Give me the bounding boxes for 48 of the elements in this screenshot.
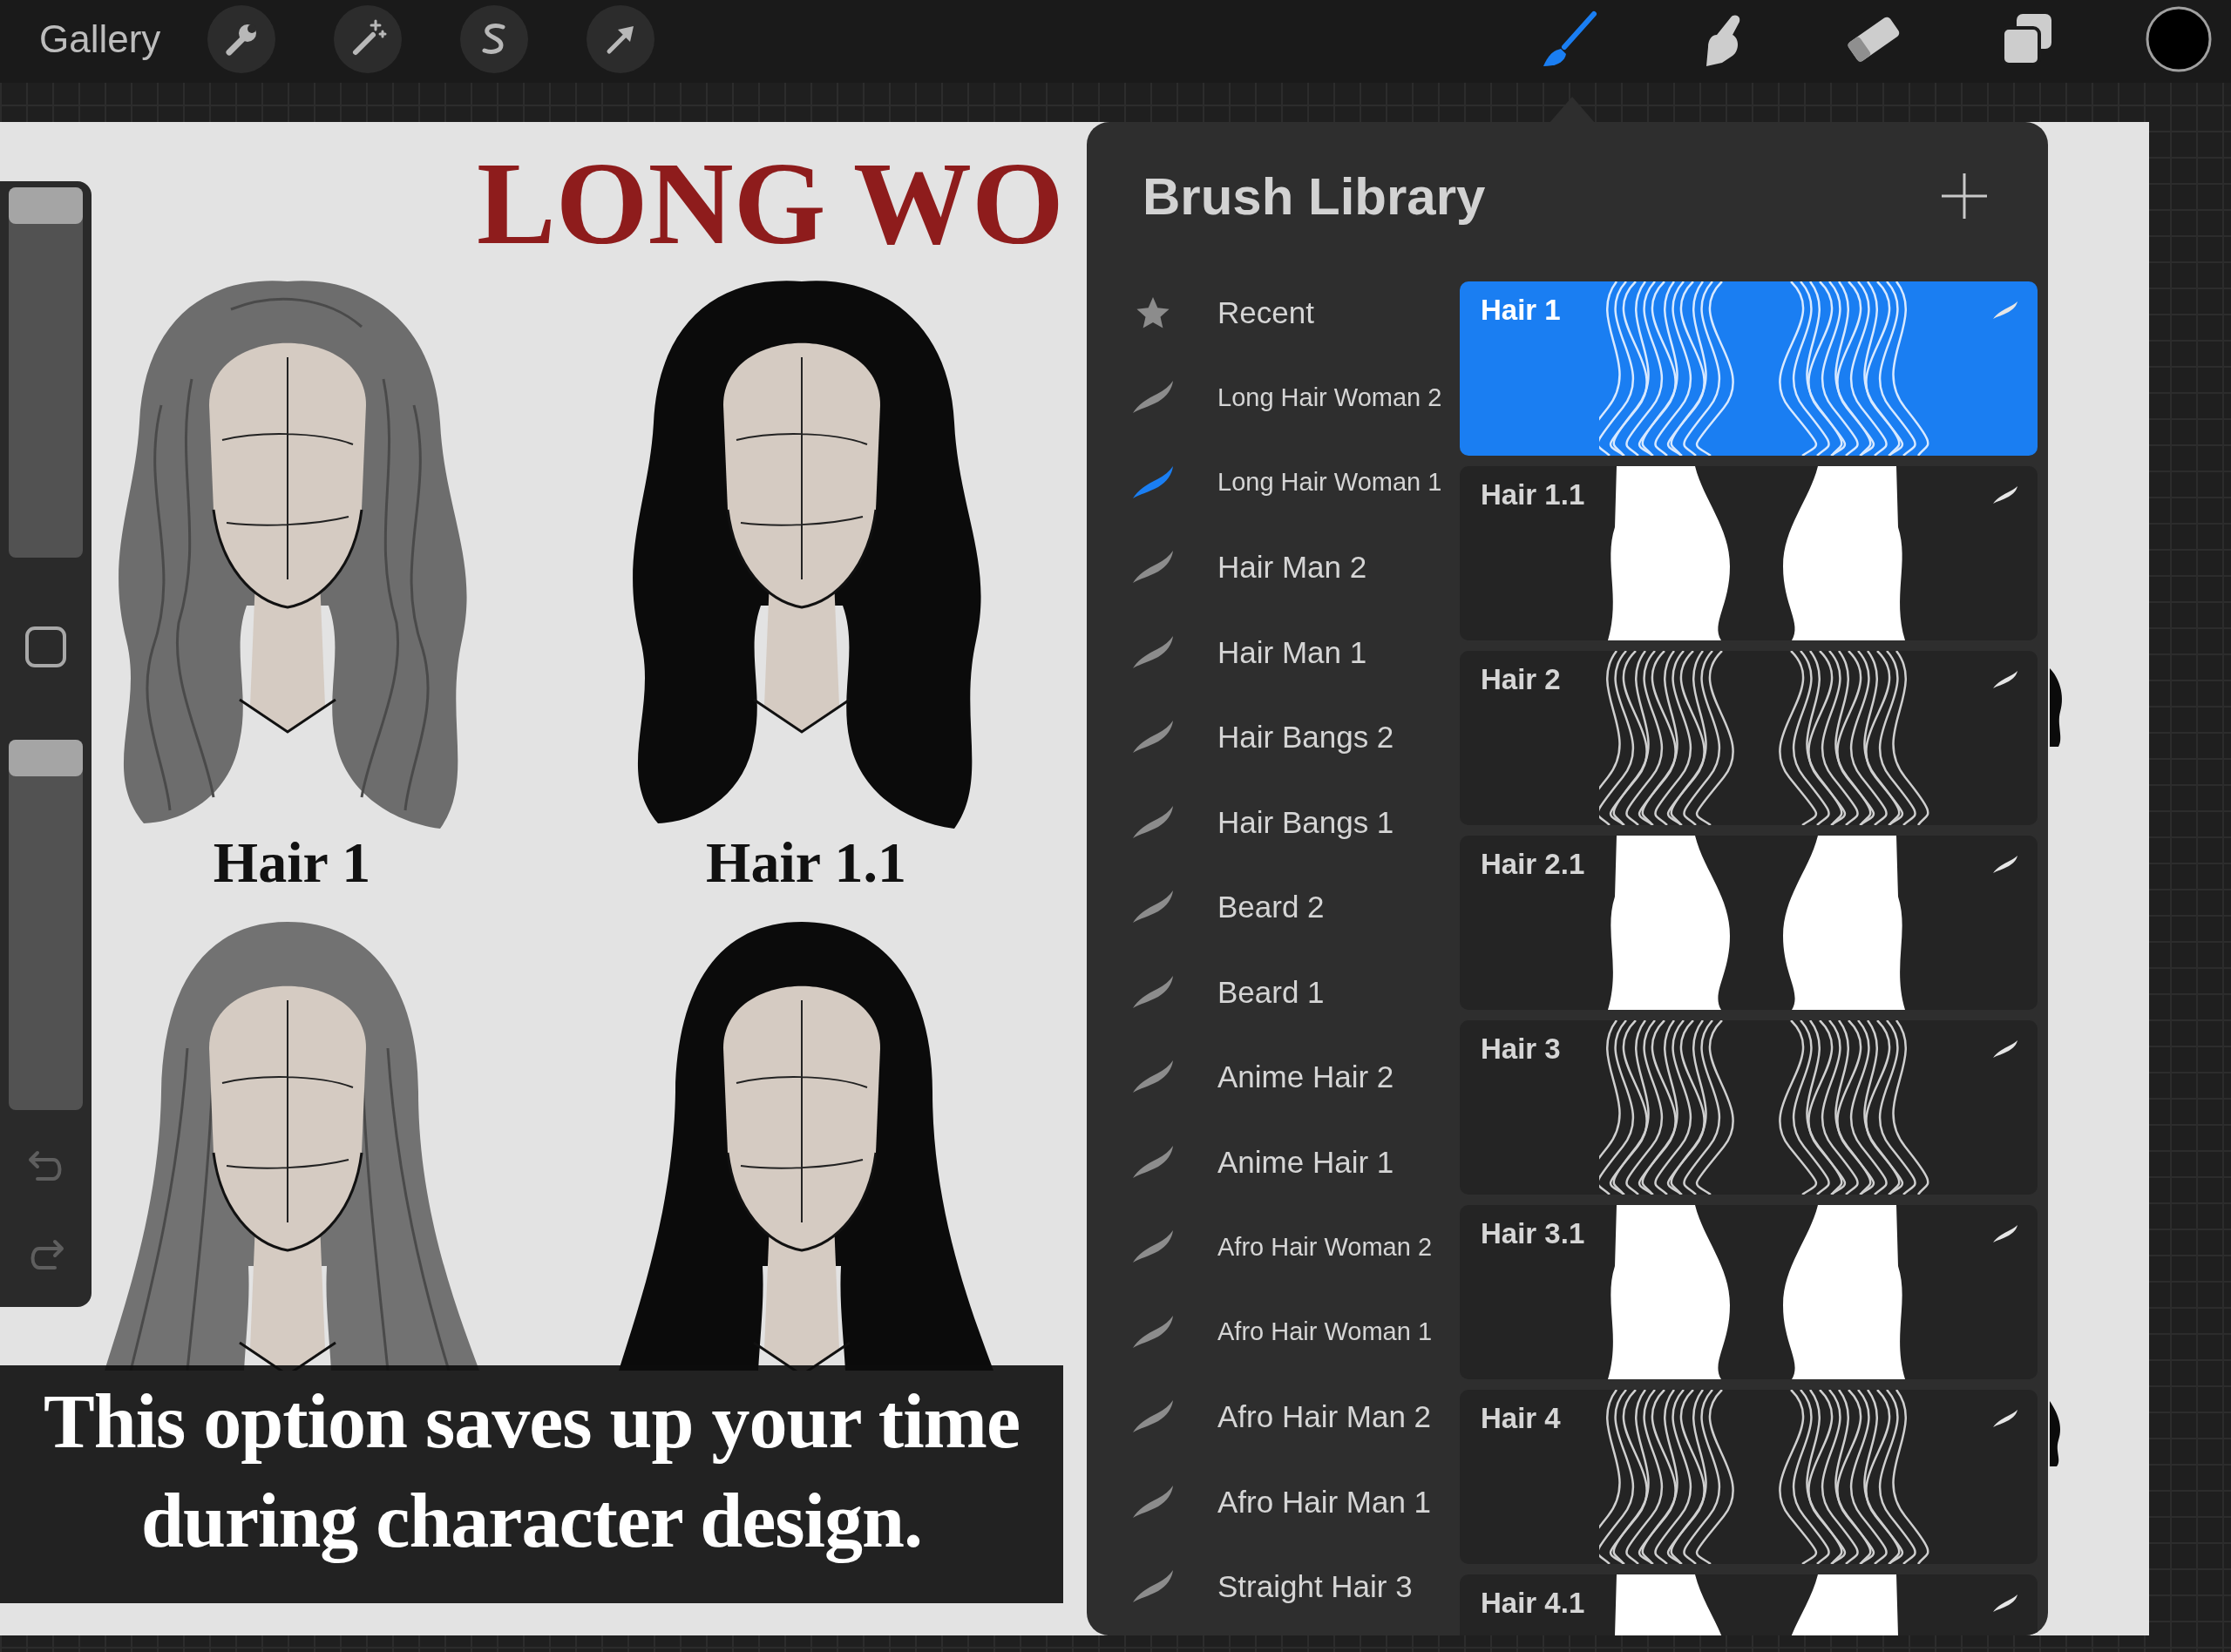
brush-card[interactable]: Hair 4 (1460, 1390, 2038, 1564)
s-curve-icon[interactable] (460, 4, 529, 73)
brush-card[interactable]: Hair 1.1 (1460, 466, 2038, 640)
brush-stroke-icon (1992, 1409, 2018, 1428)
slider-thumb[interactable] (9, 187, 83, 224)
brush-card[interactable]: Hair 1 (1460, 281, 2038, 456)
brush-card[interactable]: Hair 3 (1460, 1020, 2038, 1195)
brush-stroke-icon (1992, 1039, 2018, 1059)
panel-title: Brush Library (1143, 166, 1486, 227)
hair-style-label: Hair 1.1 (706, 832, 906, 893)
square-icon[interactable] (24, 626, 67, 668)
brush-card[interactable]: Hair 2.1 (1460, 836, 2038, 1010)
plus-icon[interactable] (1940, 172, 1989, 220)
brush-set-item[interactable]: Anime Hair 2 (1087, 1034, 1460, 1120)
brush-set-item[interactable]: Long Hair Woman 2 (1087, 355, 1460, 440)
brush-stroke-icon (1992, 301, 2018, 320)
poster-title: LONG WO (477, 138, 1064, 268)
brush-card[interactable]: Hair 3.1 (1460, 1205, 2038, 1379)
brush-set-item[interactable]: Anime Hair 1 (1087, 1120, 1460, 1205)
vertical-slider[interactable] (9, 187, 83, 558)
brush-set-item[interactable]: Hair Man 2 (1087, 525, 1460, 610)
brush-set-item[interactable]: Hair Man 1 (1087, 610, 1460, 695)
brush-set-item[interactable]: Recent (1087, 270, 1460, 355)
brush-set-item[interactable]: Beard 1 (1087, 950, 1460, 1035)
brush-set-item[interactable]: Afro Hair Man 1 (1087, 1459, 1460, 1545)
brush-set-item[interactable]: Hair Bangs 2 (1087, 694, 1460, 780)
brush-card[interactable]: Hair 4.1 (1460, 1574, 2038, 1635)
brush-set-item[interactable]: Afro Hair Woman 2 (1087, 1204, 1460, 1290)
brush-set-item[interactable]: Hair Bangs 1 (1087, 780, 1460, 865)
brush-set-item[interactable]: Straight Hair 3 (1087, 1544, 1460, 1629)
brush-stroke-icon (1992, 670, 2018, 689)
gallery-button[interactable]: Gallery (39, 17, 161, 61)
brush-stroke-icon (1992, 1594, 2018, 1613)
brush-set-item[interactable]: Beard 2 (1087, 864, 1460, 950)
brush-stroke-icon (1992, 485, 2018, 504)
brush-stroke-icon (1992, 1224, 2018, 1243)
slider-thumb[interactable] (9, 740, 83, 776)
wrench-icon[interactable] (207, 4, 276, 73)
brush-set-item[interactable]: Long Hair Woman 1 (1087, 440, 1460, 525)
brush-card[interactable]: Hair 2 (1460, 651, 2038, 825)
hair-style-label: Hair 1 (213, 832, 371, 893)
vertical-slider[interactable] (9, 740, 83, 1110)
brush-set-item[interactable]: Afro Hair Man 2 (1087, 1374, 1460, 1459)
caption-text: This option saves up your time during character design. (43, 1378, 1021, 1565)
brush-set-item[interactable]: Afro Hair Woman 1 (1087, 1290, 1460, 1375)
brush-stroke-icon (1992, 855, 2018, 874)
magic-wand-icon[interactable] (334, 4, 403, 73)
color-swatch-icon[interactable] (2146, 5, 2212, 72)
